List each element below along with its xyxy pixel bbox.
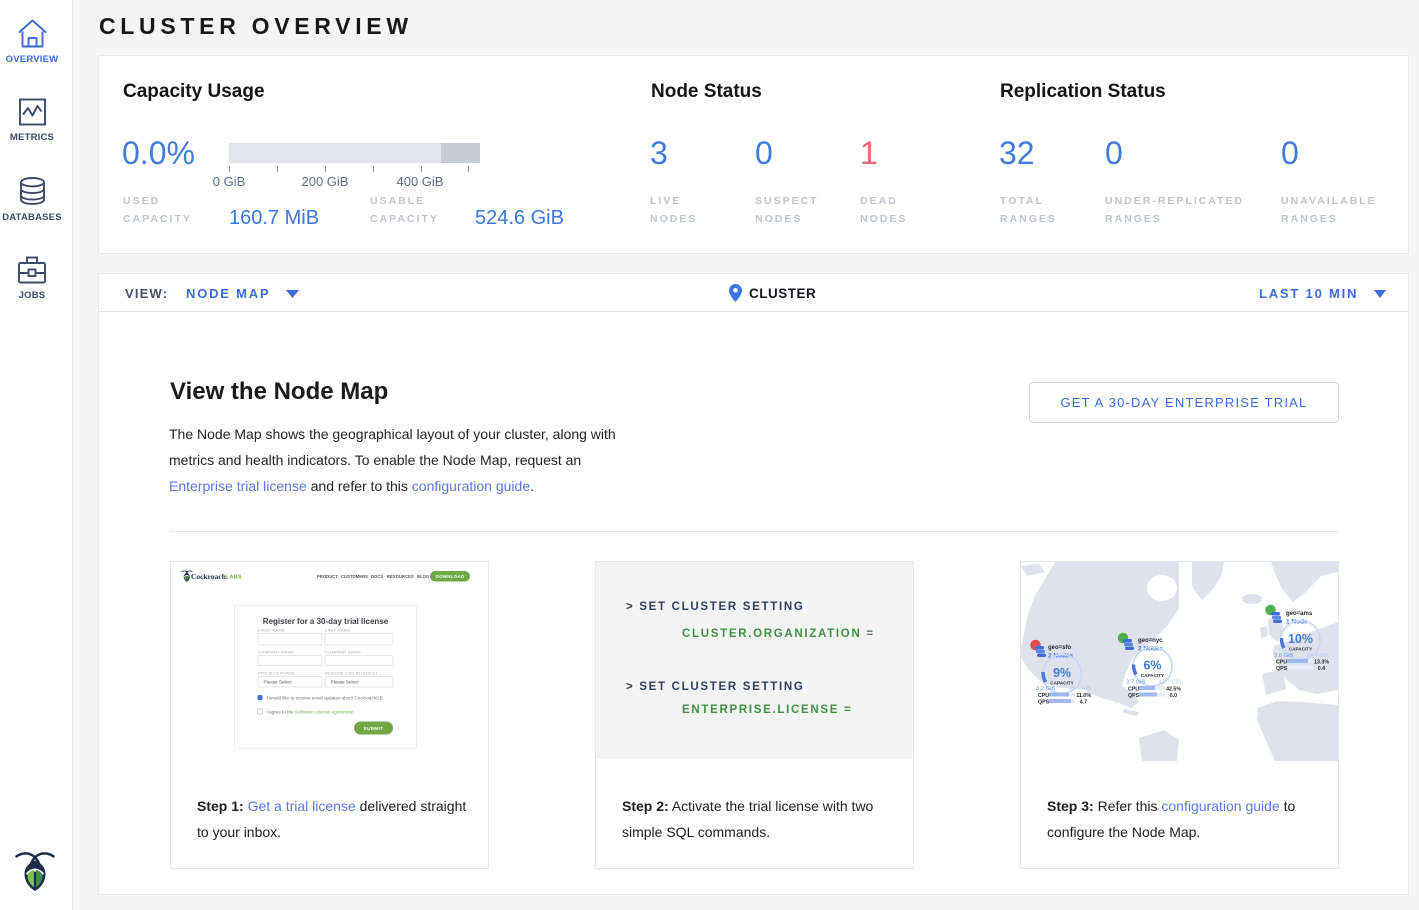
- svg-text:3.7 GiB: 3.7 GiB: [1126, 680, 1145, 686]
- svg-text:COMPANY NAME: COMPANY NAME: [258, 650, 294, 655]
- svg-text:CUSTOMERS: CUSTOMERS: [341, 574, 368, 579]
- svg-text:13.3%: 13.3%: [1314, 660, 1329, 666]
- svg-text:LABS: LABS: [226, 575, 242, 581]
- svg-text:11.0%: 11.0%: [1076, 693, 1091, 699]
- svg-text:Cockroach: Cockroach: [191, 572, 227, 581]
- svg-text:COMPANY EMAIL: COMPANY EMAIL: [325, 650, 362, 655]
- svg-text:QPS: QPS: [1276, 666, 1288, 672]
- svg-text:CAPACITY: CAPACITY: [1050, 681, 1074, 686]
- svg-text:42.5%: 42.5%: [1166, 687, 1181, 693]
- svg-text:RESOURCES: RESOURCES: [387, 574, 414, 579]
- svg-text:PRODUCT: PRODUCT: [317, 574, 338, 579]
- svg-text:geo=nyc: geo=nyc: [1138, 638, 1163, 644]
- svg-text:DOCS: DOCS: [371, 574, 383, 579]
- svg-text:9%: 9%: [1053, 666, 1071, 680]
- svg-text:10%: 10%: [1288, 632, 1313, 646]
- svg-text:CAPACITY: CAPACITY: [1141, 673, 1165, 678]
- svg-text:43.7 GiB: 43.7 GiB: [1159, 680, 1182, 686]
- svg-text:I would like to receive email: I would like to receive email updates ab…: [267, 695, 384, 700]
- svg-text:geo=ams: geo=ams: [1286, 611, 1313, 617]
- svg-text:CAPACITY: CAPACITY: [1289, 647, 1313, 652]
- svg-text:Please Select: Please Select: [331, 680, 360, 685]
- svg-text:CPU: CPU: [1128, 687, 1139, 693]
- svg-text:REASON FOR INTEREST: REASON FOR INTEREST: [325, 671, 378, 676]
- svg-text:Please Select: Please Select: [264, 680, 293, 685]
- svg-text:0.0: 0.0: [1170, 693, 1177, 699]
- svg-text:FIRST NAME: FIRST NAME: [258, 628, 285, 633]
- svg-text:3.6 GiB: 3.6 GiB: [1274, 653, 1293, 659]
- svg-text:Register for a 30-day trial li: Register for a 30-day trial license: [263, 617, 389, 626]
- svg-text:0.4: 0.4: [1318, 666, 1325, 672]
- svg-text:geo=sfo: geo=sfo: [1048, 645, 1072, 651]
- svg-text:6%: 6%: [1143, 659, 1161, 673]
- svg-text:4.7: 4.7: [1080, 700, 1087, 706]
- svg-text:BLOG: BLOG: [417, 574, 429, 579]
- svg-text:SUBMIT: SUBMIT: [363, 726, 383, 731]
- svg-text:DOWNLOAD: DOWNLOAD: [436, 574, 465, 579]
- svg-text:I agree to the Software Licens: I agree to the Software License Agreemen…: [267, 709, 355, 714]
- svg-text:PROJECT PHASE: PROJECT PHASE: [258, 671, 295, 676]
- svg-text:QPS: QPS: [1038, 700, 1050, 706]
- svg-text:QPS: QPS: [1128, 693, 1140, 699]
- svg-text:35.1 GiB: 35.1 GiB: [1069, 686, 1092, 692]
- svg-text:CPU: CPU: [1276, 660, 1287, 666]
- svg-text:34.4 GiB: 34.4 GiB: [1307, 653, 1330, 659]
- svg-text:LAST NAME: LAST NAME: [325, 628, 350, 633]
- svg-text:CPU: CPU: [1038, 693, 1049, 699]
- svg-text:3.2 GiB: 3.2 GiB: [1036, 686, 1055, 692]
